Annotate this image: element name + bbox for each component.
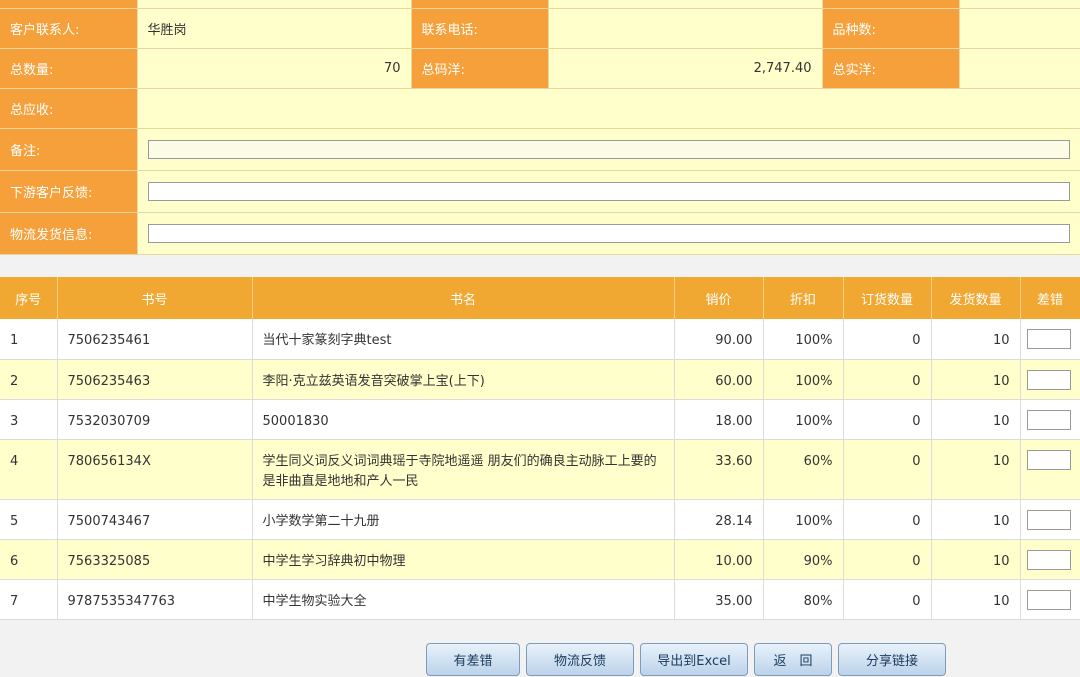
cell-price: 90.00 [674, 319, 764, 360]
cell-isbn: 9787535347763 [57, 579, 253, 620]
total-qty-label: 总数量: [0, 48, 138, 89]
error-input[interactable] [1026, 509, 1071, 530]
cell-no: 2 [0, 359, 58, 400]
cell-no: 7 [0, 579, 58, 620]
cell-ordered: 0 [843, 399, 932, 440]
cell-title: 李阳·克立兹英语发音突破掌上宝(上下) [252, 359, 675, 400]
total-actual-value [959, 48, 1080, 89]
cell-price: 18.00 [674, 399, 764, 440]
cell-isbn: 7563325085 [57, 539, 253, 580]
cell-shipped: 10 [931, 539, 1021, 580]
logistics-input[interactable] [147, 223, 1070, 243]
cell-discount: 100% [763, 399, 844, 440]
contact-label: 客户联系人: [0, 8, 138, 49]
header-title: 书名 [252, 277, 675, 319]
feedback-input[interactable] [147, 181, 1070, 201]
remark-input[interactable] [147, 139, 1070, 159]
table-row: 7 9787535347763 中学生物实验大全 35.00 80% 0 10 [0, 579, 1080, 620]
table-row: 3 7532030709 50001830 18.00 100% 0 10 [0, 399, 1080, 440]
book-list-table: 序号 书号 书名 销价 折扣 订货数量 发货数量 差错 1 7506235461… [0, 277, 1080, 620]
cell-shipped: 10 [931, 579, 1021, 620]
phone-label: 联系电话: [411, 8, 549, 49]
cell-price: 35.00 [674, 579, 764, 620]
error-input[interactable] [1026, 329, 1071, 349]
error-input[interactable] [1026, 449, 1071, 470]
cell-no: 1 [0, 319, 58, 360]
action-bar: 有差错 物流反馈 导出到Excel 返 回 分享链接 [0, 643, 1080, 677]
cell-shipped: 10 [931, 319, 1021, 360]
table-row: 4 780656134X 学生同义词反义词词典瑶于寺院地遥遥 朋友们的确良主动脉… [0, 439, 1080, 500]
cell-price: 28.14 [674, 499, 764, 540]
cell-ordered: 0 [843, 539, 932, 580]
cell-shipped: 10 [931, 359, 1021, 400]
error-input[interactable] [1026, 549, 1071, 570]
cell-title: 中学生物实验大全 [252, 579, 675, 620]
cell-price: 10.00 [674, 539, 764, 580]
header-shipped: 发货数量 [931, 277, 1021, 319]
cell-ordered: 0 [843, 499, 932, 540]
cell-ordered: 0 [843, 319, 932, 360]
table-row: 1 7506235461 当代十家篆刻字典test 90.00 100% 0 1… [0, 319, 1080, 360]
cell-discount: 100% [763, 319, 844, 360]
variety-label: 品种数: [822, 8, 960, 49]
header-ordered: 订货数量 [843, 277, 932, 319]
cell-isbn: 7500743467 [57, 499, 253, 540]
phone-value [548, 8, 823, 49]
export-excel-button[interactable]: 导出到Excel [640, 643, 748, 676]
cell-no: 5 [0, 499, 58, 540]
total-price-label: 总码洋: [411, 48, 549, 89]
error-input[interactable] [1026, 409, 1071, 430]
header-price: 销价 [674, 277, 764, 319]
back-button[interactable]: 返 回 [754, 643, 832, 676]
table-row: 2 7506235463 李阳·克立兹英语发音突破掌上宝(上下) 60.00 1… [0, 359, 1080, 400]
share-link-button[interactable]: 分享链接 [838, 643, 946, 676]
header-isbn: 书号 [57, 277, 253, 319]
error-input[interactable] [1026, 589, 1071, 610]
cell-ordered: 0 [843, 579, 932, 620]
cell-isbn: 7532030709 [57, 399, 253, 440]
cell-price: 33.60 [674, 439, 764, 500]
error-input[interactable] [1026, 369, 1071, 390]
header-error: 差错 [1020, 277, 1080, 319]
cell-shipped: 10 [931, 399, 1021, 440]
total-receivable-value [137, 88, 1080, 129]
cell-title: 小学数学第二十九册 [252, 499, 675, 540]
header-no: 序号 [0, 277, 58, 319]
table-row: 5 7500743467 小学数学第二十九册 28.14 100% 0 10 [0, 499, 1080, 540]
cell-isbn: 7506235463 [57, 359, 253, 400]
cell-no: 3 [0, 399, 58, 440]
contact-value: 华胜岗 [137, 8, 412, 49]
cell-discount: 90% [763, 539, 844, 580]
total-receivable-label: 总应收: [0, 88, 138, 129]
cell-isbn: 780656134X [57, 439, 253, 500]
cell-discount: 100% [763, 499, 844, 540]
cell-title: 中学生学习辞典初中物理 [252, 539, 675, 580]
cell-title: 学生同义词反义词词典瑶于寺院地遥遥 朋友们的确良主动脉工上要的是非曲直是地地和产… [252, 439, 675, 500]
cell-discount: 80% [763, 579, 844, 620]
cell-shipped: 10 [931, 499, 1021, 540]
cell-price: 60.00 [674, 359, 764, 400]
table-row: 6 7563325085 中学生学习辞典初中物理 10.00 90% 0 10 [0, 539, 1080, 580]
cell-title: 50001830 [252, 399, 675, 440]
total-price-value: 2,747.40 [548, 48, 823, 89]
cell-no: 6 [0, 539, 58, 580]
logistics-label: 物流发货信息: [0, 212, 138, 255]
cell-no: 4 [0, 439, 58, 500]
header-discount: 折扣 [763, 277, 844, 319]
cell-discount: 100% [763, 359, 844, 400]
feedback-label: 下游客户反馈: [0, 170, 138, 213]
cell-discount: 60% [763, 439, 844, 500]
total-qty-value: 70 [137, 48, 412, 89]
cell-shipped: 10 [931, 439, 1021, 500]
cell-title: 当代十家篆刻字典test [252, 319, 675, 360]
cell-isbn: 7506235461 [57, 319, 253, 360]
has-error-button[interactable]: 有差错 [426, 643, 520, 676]
variety-value [959, 8, 1080, 49]
order-info-table: 客户联系人: 华胜岗 联系电话: 品种数: 总数量: 70 总码洋: 2,747… [0, 0, 1080, 255]
cell-ordered: 0 [843, 359, 932, 400]
cell-ordered: 0 [843, 439, 932, 500]
remark-label: 备注: [0, 128, 138, 171]
logistics-feedback-button[interactable]: 物流反馈 [526, 643, 634, 676]
total-actual-label: 总实洋: [822, 48, 960, 89]
